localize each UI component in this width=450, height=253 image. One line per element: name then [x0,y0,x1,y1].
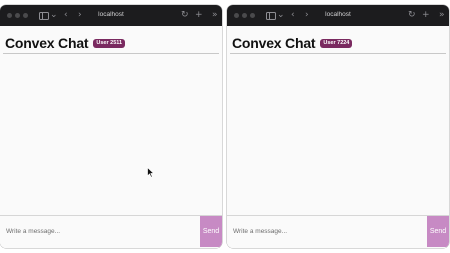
chat-page: Convex Chat User 2511 Send [0,26,222,248]
screen: ⌄ ‹ › localhost ↻ + » Convex Chat User 2… [0,0,450,253]
page-title: Convex Chat [232,35,316,51]
message-input[interactable] [227,216,425,247]
chat-header: Convex Chat User 2511 [5,34,126,52]
user-badge: User 7224 [320,38,353,48]
reload-icon[interactable]: ↻ [408,9,416,21]
address-bar[interactable]: localhost [0,9,222,21]
more-icon[interactable]: » [439,9,445,21]
message-list [227,54,449,216]
mouse-cursor-icon [147,167,155,178]
reload-icon[interactable]: ↻ [181,9,189,21]
address-bar[interactable]: localhost [227,9,449,21]
more-icon[interactable]: » [212,9,218,21]
send-button[interactable]: Send [427,216,449,247]
browser-toolbar: ⌄ ‹ › localhost ↻ + » [227,5,449,26]
message-composer: Send [227,215,449,248]
message-input[interactable] [0,216,196,247]
chat-header: Convex Chat User 7224 [232,34,353,52]
new-tab-icon[interactable]: + [195,9,203,21]
message-composer: Send [0,215,222,248]
user-badge: User 2511 [93,38,126,48]
browser-toolbar: ⌄ ‹ › localhost ↻ + » [0,5,222,26]
new-tab-icon[interactable]: + [422,9,430,21]
message-list [0,54,222,216]
send-button[interactable]: Send [200,216,222,247]
browser-window-right: ⌄ ‹ › localhost ↻ + » Convex Chat User 7… [227,5,449,248]
browser-window-left: ⌄ ‹ › localhost ↻ + » Convex Chat User 2… [0,5,222,248]
chat-page: Convex Chat User 7224 Send [227,26,449,248]
page-title: Convex Chat [5,35,89,51]
